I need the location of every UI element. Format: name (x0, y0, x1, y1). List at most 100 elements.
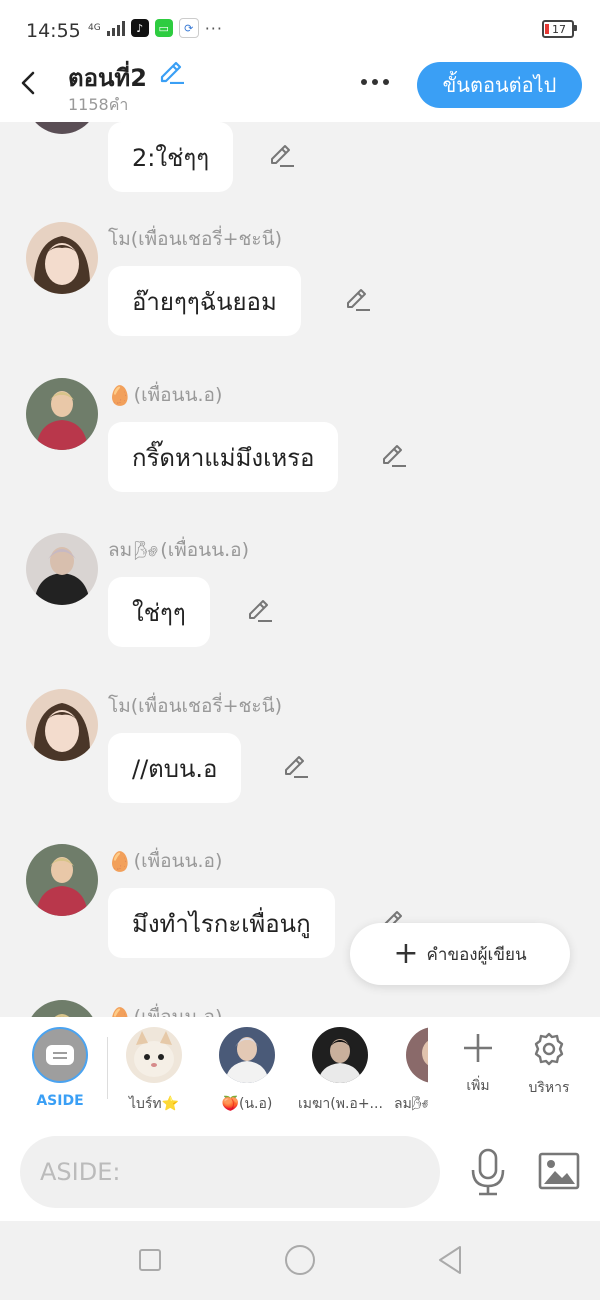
home-button[interactable] (285, 1245, 315, 1275)
avatar (406, 1027, 428, 1083)
egg-emoji-icon: 🥚 (108, 384, 132, 407)
author-note-label: คำของผู้เขียน (426, 944, 527, 965)
chat-message: ลม 🌬 (เพื่อนน.อ) ใช่ๆๆ (0, 533, 600, 673)
avatar[interactable] (26, 689, 98, 761)
character-bar: ASIDE ไบร์ท⭐ 🍑(น.อ) เมฆา(พ.อ+... ลม🌬 เพิ… (0, 1017, 600, 1124)
back-button[interactable] (14, 68, 42, 98)
status-icons: 4G ♪ ▭ ⟳ ··· (88, 18, 223, 38)
divider (107, 1037, 108, 1099)
avatar (312, 1027, 368, 1083)
chevron-left-icon (21, 71, 35, 95)
character-name: ลม🌬 (394, 1096, 428, 1112)
egg-emoji-icon: 🥚 (108, 1006, 132, 1018)
wind-emoji-icon: 🌬 (134, 539, 159, 562)
aside-icon (32, 1027, 88, 1083)
message-text: 2:ใช่ๆๆ (132, 143, 210, 172)
sender-name: โม(เพื่อนเชอรี่+ชะนี) (108, 228, 282, 250)
more-button[interactable] (356, 70, 394, 94)
microphone-icon[interactable] (468, 1148, 508, 1196)
character-item[interactable]: 🍑(น.อ) (205, 1027, 289, 1115)
edit-message-icon[interactable] (344, 284, 372, 312)
egg-emoji-icon: 🥚 (108, 850, 132, 873)
message-text: //ตบน.อ (132, 754, 218, 783)
network-type: 4G (88, 22, 101, 33)
message-app-icon: ▭ (154, 19, 173, 37)
avatar (219, 1027, 275, 1083)
chat-message: 2:ใช่ๆๆ (0, 122, 600, 218)
character-item[interactable]: เมฆา(พ.อ+... (298, 1027, 382, 1115)
add-character-button[interactable]: เพิ่ม (448, 1031, 508, 1097)
edit-message-icon[interactable] (268, 140, 296, 168)
more-dot-icon (361, 79, 367, 85)
word-count: 1158คำ (68, 95, 129, 114)
system-nav-bar (0, 1221, 600, 1300)
avatar-image (26, 844, 98, 916)
plus-icon (464, 1034, 492, 1062)
plus-icon: + (393, 936, 419, 971)
author-note-button[interactable]: + คำของผู้เขียน (350, 923, 570, 985)
character-item[interactable]: ไบร์ท⭐ (112, 1027, 196, 1115)
app-icon: ⟳ (178, 18, 199, 38)
avatar[interactable] (26, 533, 98, 605)
message-bubble[interactable]: 2:ใช่ๆๆ (108, 122, 234, 192)
avatar[interactable] (26, 844, 98, 916)
message-bubble[interactable]: ใช่ๆๆ (108, 577, 210, 647)
message-text: มึงทำไรกะเพื่อนกู (132, 909, 311, 938)
sender-name: 🥚(เพื่อนน.อ) (108, 850, 223, 873)
more-notifications-icon: ··· (204, 18, 223, 38)
avatar-image (26, 222, 98, 294)
character-name: ASIDE (36, 1093, 84, 1109)
more-dot-icon (372, 79, 378, 85)
avatar-image (26, 1000, 98, 1017)
message-bubble[interactable]: กริ๊ดหาแม่มึงเหรอ (108, 422, 339, 492)
edit-message-icon[interactable] (380, 440, 408, 468)
message-bubble[interactable]: //ตบน.อ (108, 733, 242, 803)
message-bubble[interactable]: อ๊ายๆๆฉันยอม (108, 266, 301, 336)
edit-title-icon[interactable] (157, 56, 185, 84)
tiktok-icon: ♪ (130, 19, 149, 37)
more-dot-icon (383, 79, 389, 85)
page-title: ตอนที่2 (68, 64, 147, 92)
status-time: 14:55 (26, 20, 81, 42)
status-bar: 14:55 4G ♪ ▭ ⟳ ··· 17 (0, 0, 600, 60)
message-text: ใช่ๆๆ (132, 598, 186, 627)
back-triangle-icon[interactable] (437, 1245, 463, 1275)
image-icon[interactable] (538, 1152, 580, 1190)
edit-message-icon[interactable] (246, 595, 274, 623)
next-step-button[interactable]: ขั้นตอนต่อไป (417, 62, 582, 108)
add-label: เพิ่ม (466, 1078, 490, 1094)
message-text: กริ๊ดหาแม่มึงเหรอ (132, 443, 315, 472)
avatar[interactable] (26, 1000, 98, 1017)
chat-message: โม(เพื่อนเชอรี่+ชะนี) อ๊ายๆๆฉันยอม (0, 222, 600, 362)
header: ตอนที่2 1158คำ ขั้นตอนต่อไป (0, 60, 600, 122)
sender-name: ลม 🌬 (เพื่อนน.อ) (108, 539, 249, 562)
sender-name: 🥚(เพื่อนน.อ) (108, 1002, 222, 1017)
avatar-image (26, 533, 98, 605)
battery-icon: 17 (542, 20, 577, 38)
message-text: อ๊ายๆๆฉันยอม (132, 287, 277, 316)
character-item[interactable]: ลม🌬 (386, 1027, 428, 1115)
manage-label: บริหาร (528, 1080, 570, 1096)
battery-level: 17 (552, 22, 566, 36)
character-name: เมฆา(พ.อ+... (298, 1096, 382, 1112)
avatar[interactable] (26, 222, 98, 294)
sender-name: โม(เพื่อนเชอรี่+ชะนี) (108, 695, 282, 717)
manage-characters-button[interactable]: บริหาร (519, 1031, 579, 1099)
avatar (126, 1027, 182, 1083)
edit-message-icon[interactable] (282, 751, 310, 779)
chat-message: โม(เพื่อนเชอรี่+ชะนี) //ตบน.อ (0, 689, 600, 829)
chat-area[interactable]: 2:ใช่ๆๆ โม(เพื่อนเชอรี่+ชะนี) อ๊ายๆๆฉันย… (0, 122, 600, 1017)
input-bar (0, 1124, 600, 1221)
character-name: ไบร์ท⭐ (128, 1096, 180, 1112)
avatar[interactable] (26, 122, 98, 134)
sender-name: 🥚(เพื่อนน.อ) (108, 384, 223, 407)
avatar[interactable] (26, 378, 98, 450)
avatar-image (26, 378, 98, 450)
character-name: 🍑(น.อ) (221, 1096, 273, 1112)
character-aside[interactable]: ASIDE (18, 1027, 102, 1109)
avatar-image (26, 689, 98, 761)
message-bubble[interactable]: มึงทำไรกะเพื่อนกู (108, 888, 335, 958)
chat-message: 🥚(เพื่อนน.อ) (0, 1000, 600, 1017)
recent-apps-button[interactable] (139, 1249, 161, 1271)
aside-input[interactable] (20, 1136, 440, 1208)
